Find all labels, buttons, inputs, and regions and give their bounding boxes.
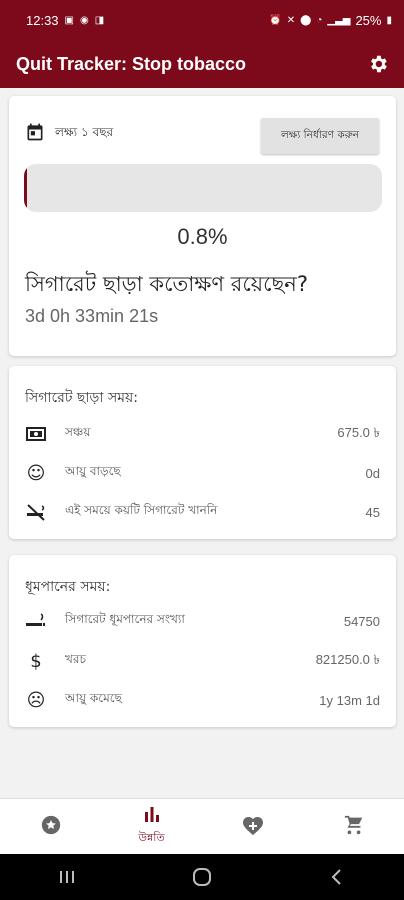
life-lost-value: 1y 13m 1d xyxy=(319,692,380,708)
life-lost-label: আয়ু কমেছে xyxy=(65,691,122,705)
goal-card: লক্ষ্য ১ বছর লক্ষ্য নির্ধারণ করুন 0.8% স… xyxy=(9,96,396,356)
settings-gear-icon[interactable] xyxy=(366,52,390,76)
nav-item-shop[interactable] xyxy=(303,799,404,854)
calendar-icon xyxy=(25,122,45,145)
cost-value: 821250.0 ৳ xyxy=(315,651,380,667)
life-gained-label: আয়ু বাড়ছে xyxy=(65,464,121,478)
cigarettes-avoided-value: 45 xyxy=(365,504,380,520)
system-navigation-bar xyxy=(0,854,404,900)
nav-item-health[interactable] xyxy=(202,799,303,854)
cost-label: খরচ xyxy=(65,652,86,666)
battery-icon: ▮ xyxy=(386,14,392,26)
image-notification-icon: ▣ xyxy=(64,14,74,26)
battery-level: 25% xyxy=(355,12,382,28)
without-smoking-card: সিগারেট ছাড়া সময়: সঞ্চয় 675.0 ৳ ☺ আয়… xyxy=(9,366,396,539)
smoking-icon xyxy=(25,610,47,632)
status-bar: 12:33 ▣ ◉ ◨ ⏰ ✕ ⬤ ◔ ▁▃▅ 25% ▮ xyxy=(0,0,404,40)
heart-icon xyxy=(241,814,265,840)
cigarettes-smoked-value: 54750 xyxy=(343,613,380,629)
recent-apps-icon[interactable] xyxy=(37,854,97,900)
smoking-period-card: ধূমপানের সময়: সিগারেট ধূমপানের সংখ্যা 5… xyxy=(9,555,396,727)
life-gained-value: 0d xyxy=(365,465,380,481)
cigarettes-smoked-row: সিগারেট ধূমপানের সংখ্যা 54750 xyxy=(25,609,380,633)
money-icon xyxy=(25,423,47,445)
goal-row: লক্ষ্য ১ বছর xyxy=(25,122,113,145)
set-goal-button[interactable]: লক্ষ্য নির্ধারণ করুন xyxy=(261,118,379,154)
life-gained-row: ☺ আয়ু বাড়ছে 0d xyxy=(25,461,380,485)
smile-icon: ☺ xyxy=(26,462,46,484)
cigarettes-avoided-label: এই সময়ে কয়টি সিগারেট খাননি xyxy=(65,503,218,517)
nav-item-achievements[interactable] xyxy=(0,799,101,854)
goal-label: লক্ষ্য ১ বছর xyxy=(55,124,114,139)
notification-icon: ◨ xyxy=(94,14,105,26)
savings-row: সঞ্চয় 675.0 ৳ xyxy=(25,422,380,446)
elapsed-time: 3d 0h 33min 21s xyxy=(25,306,159,326)
progress-percent: 0.8% xyxy=(177,224,228,249)
location-icon: ⬤ xyxy=(300,14,312,26)
no-smoking-icon xyxy=(25,501,47,523)
home-icon[interactable] xyxy=(172,854,232,900)
nav-item-progress[interactable]: উন্নতি xyxy=(101,799,202,854)
smoke-free-question: সিগারেট ছাড়া কতোক্ষণ রয়েছেন? xyxy=(25,272,308,296)
record-icon: ◉ xyxy=(80,14,89,26)
wifi-icon: ◔ xyxy=(316,14,323,26)
goal-progress-fill xyxy=(24,164,27,212)
app-title: Quit Tracker: Stop tobacco xyxy=(16,53,247,74)
cost-row: $ খরচ 821250.0 ৳ xyxy=(25,649,380,673)
goal-progress-bar xyxy=(24,164,382,212)
nav-progress-label: উন্নতি xyxy=(138,831,165,844)
cigarettes-smoked-label: সিগারেট ধূমপানের সংখ্যা xyxy=(65,612,185,626)
savings-label: সঞ্চয় xyxy=(65,425,91,439)
mute-icon: ✕ xyxy=(286,14,296,26)
cigarettes-avoided-row: এই সময়ে কয়টি সিগারেট খাননি 45 xyxy=(25,500,380,524)
dollar-icon: $ xyxy=(30,650,42,672)
bottom-navigation: উন্নতি xyxy=(0,798,404,854)
bar-chart-icon xyxy=(142,805,162,827)
back-icon[interactable] xyxy=(307,854,367,900)
without-section-title: সিগারেট ছাড়া সময়: xyxy=(25,390,138,406)
signal-icon: ▁▃▅ xyxy=(327,14,351,26)
status-time: 12:33 xyxy=(26,12,59,28)
alarm-icon: ⏰ xyxy=(269,14,282,26)
savings-value: 675.0 ৳ xyxy=(337,424,380,440)
sad-icon: ☹ xyxy=(26,689,46,711)
life-lost-row: ☹ আয়ু কমেছে 1y 13m 1d xyxy=(25,688,380,712)
smoking-section-title: ধূমপানের সময়: xyxy=(25,579,111,595)
star-icon xyxy=(40,814,62,840)
app-bar: Quit Tracker: Stop tobacco xyxy=(0,40,404,88)
cart-icon xyxy=(343,814,365,840)
